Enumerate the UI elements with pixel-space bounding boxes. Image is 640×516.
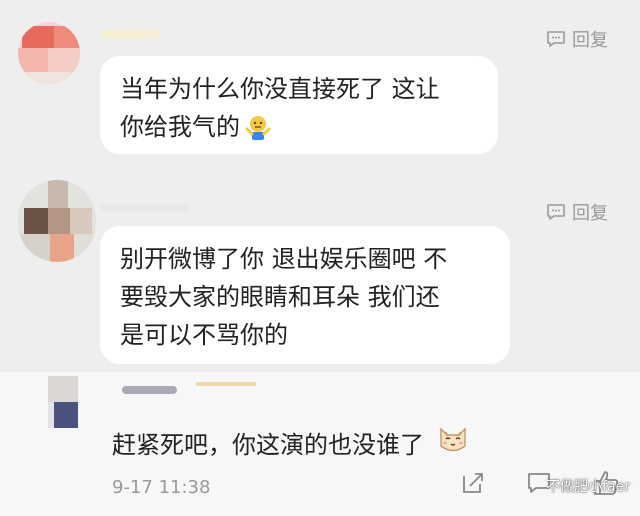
cat-face-emoji (436, 422, 470, 462)
avatar[interactable] (18, 180, 96, 262)
reply-label: 回复 (572, 30, 608, 51)
comment-bubble-icon (546, 29, 566, 49)
watermark: 不做肥小faer (546, 479, 630, 495)
shrug-emoji (244, 113, 272, 152)
comment-item-2: 回复 别开微博了你 退出娱乐圈吧 不 要毁大家的眼睛和耳朵 我们还 是可以不骂你… (0, 170, 640, 375)
username-blurred (100, 30, 160, 38)
comment-text-content: 赶紧死吧，你这演的也没谁了 (112, 430, 424, 459)
comment-text-line: 是可以不骂你的 (120, 321, 288, 349)
reply-button[interactable]: 回复 (546, 27, 608, 51)
comment-item-3: 赶紧死吧，你这演的也没谁了 9-17 11:38 不做肥小faer (0, 372, 640, 516)
avatar[interactable] (48, 376, 78, 428)
comment-bubble-icon (546, 202, 566, 222)
comment-text-line: 当年为什么你没直接死了 这让 (120, 75, 440, 103)
reply-label: 回复 (572, 203, 608, 224)
comment-text-line: 别开微博了你 退出娱乐圈吧 不 (120, 245, 448, 273)
share-icon[interactable] (460, 470, 486, 500)
comment-timestamp: 9-17 11:38 (112, 477, 211, 498)
comment-text: 赶紧死吧，你这演的也没谁了 (112, 422, 470, 462)
comment-text-line: 要毁大家的眼睛和耳朵 我们还 (120, 283, 440, 311)
username-blurred (100, 204, 190, 212)
comment-item-1: 回复 当年为什么你没直接死了 这让 你给我气的 (0, 0, 640, 185)
avatar[interactable] (18, 22, 80, 84)
comment-text-line: 你给我气的 (120, 108, 478, 152)
reply-button[interactable]: 回复 (546, 200, 608, 224)
username-blurred (122, 386, 177, 394)
comment-bubble: 当年为什么你没直接死了 这让 你给我气的 (100, 56, 498, 154)
comment-bubble: 别开微博了你 退出娱乐圈吧 不 要毁大家的眼睛和耳朵 我们还 是可以不骂你的 (100, 226, 510, 364)
username-blurred (196, 382, 256, 386)
